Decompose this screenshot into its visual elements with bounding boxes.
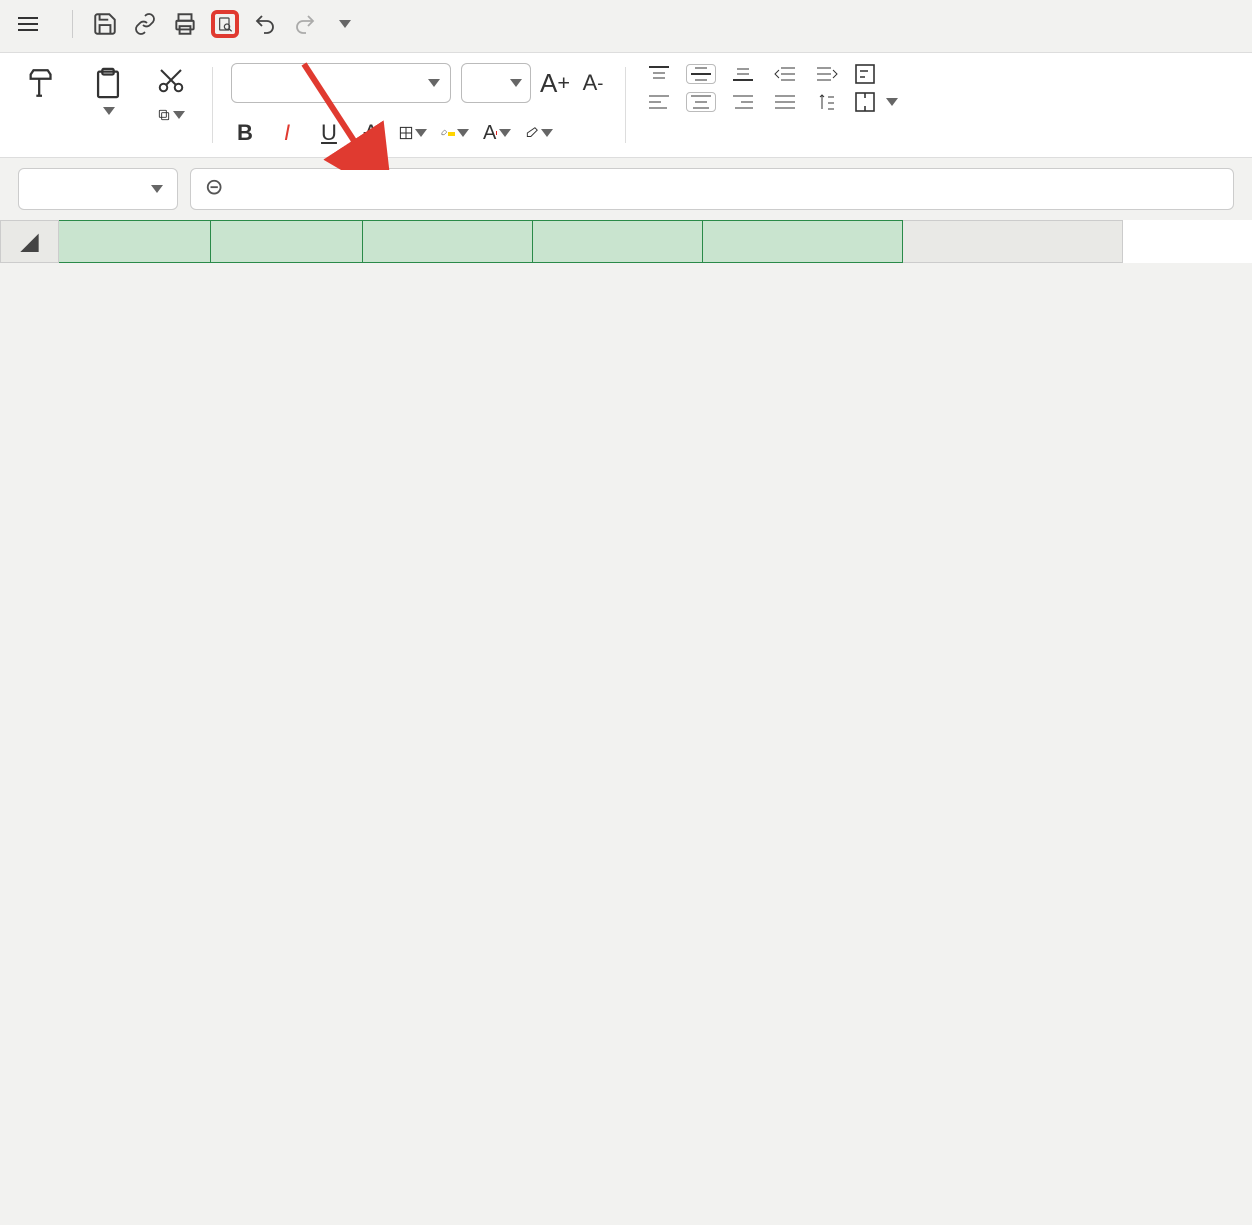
- bold-button[interactable]: B: [231, 119, 259, 147]
- merge-cells-button[interactable]: [854, 91, 898, 113]
- decrease-font-icon[interactable]: A-: [579, 69, 607, 97]
- col-header-C[interactable]: [363, 221, 533, 263]
- indent-increase-icon[interactable]: [812, 64, 842, 84]
- annotation-arrow: [300, 60, 390, 170]
- share-icon[interactable]: [131, 10, 159, 38]
- col-header-B[interactable]: [211, 221, 363, 263]
- print-icon[interactable]: [171, 10, 199, 38]
- name-box[interactable]: [18, 168, 178, 210]
- align-middle-icon[interactable]: [686, 64, 716, 84]
- copy-icon[interactable]: [157, 101, 185, 129]
- format-painter-icon[interactable]: [22, 63, 62, 103]
- divider: [72, 10, 73, 38]
- select-all-corner[interactable]: ◢: [1, 221, 59, 263]
- font-size-select[interactable]: [461, 63, 531, 103]
- formula-bar[interactable]: [190, 168, 1234, 210]
- undo-icon[interactable]: [251, 10, 279, 38]
- zoom-icon: [205, 178, 227, 200]
- orientation-icon[interactable]: [812, 92, 842, 112]
- border-button[interactable]: [399, 119, 427, 147]
- increase-font-icon[interactable]: A+: [541, 69, 569, 97]
- fill-color-button[interactable]: [441, 119, 469, 147]
- print-preview-icon[interactable]: [211, 10, 239, 38]
- align-bottom-icon[interactable]: [728, 64, 758, 84]
- col-header-E[interactable]: [703, 221, 903, 263]
- menu-icon: [18, 23, 38, 25]
- save-icon[interactable]: [91, 10, 119, 38]
- align-right-icon[interactable]: [728, 92, 758, 112]
- align-center-icon[interactable]: [686, 92, 716, 112]
- cut-icon[interactable]: [154, 63, 188, 97]
- paste-icon[interactable]: [88, 63, 128, 103]
- eraser-button[interactable]: [525, 119, 553, 147]
- spreadsheet-grid[interactable]: ◢: [0, 220, 1252, 263]
- font-color-button[interactable]: A: [483, 119, 511, 147]
- align-left-icon[interactable]: [644, 92, 674, 112]
- wrap-text-button[interactable]: [854, 63, 880, 85]
- col-header-A[interactable]: [59, 221, 211, 263]
- paste-label[interactable]: [101, 107, 115, 115]
- ribbon: A+ A- B I U A A: [0, 52, 1252, 158]
- col-header-F[interactable]: [903, 221, 1123, 263]
- dropdown-icon[interactable]: [331, 10, 359, 38]
- italic-button[interactable]: I: [273, 119, 301, 147]
- col-header-D[interactable]: [533, 221, 703, 263]
- indent-decrease-icon[interactable]: [770, 64, 800, 84]
- redo-icon[interactable]: [291, 10, 319, 38]
- align-justify-icon[interactable]: [770, 92, 800, 112]
- file-menu[interactable]: [18, 23, 44, 25]
- align-top-icon[interactable]: [644, 64, 674, 84]
